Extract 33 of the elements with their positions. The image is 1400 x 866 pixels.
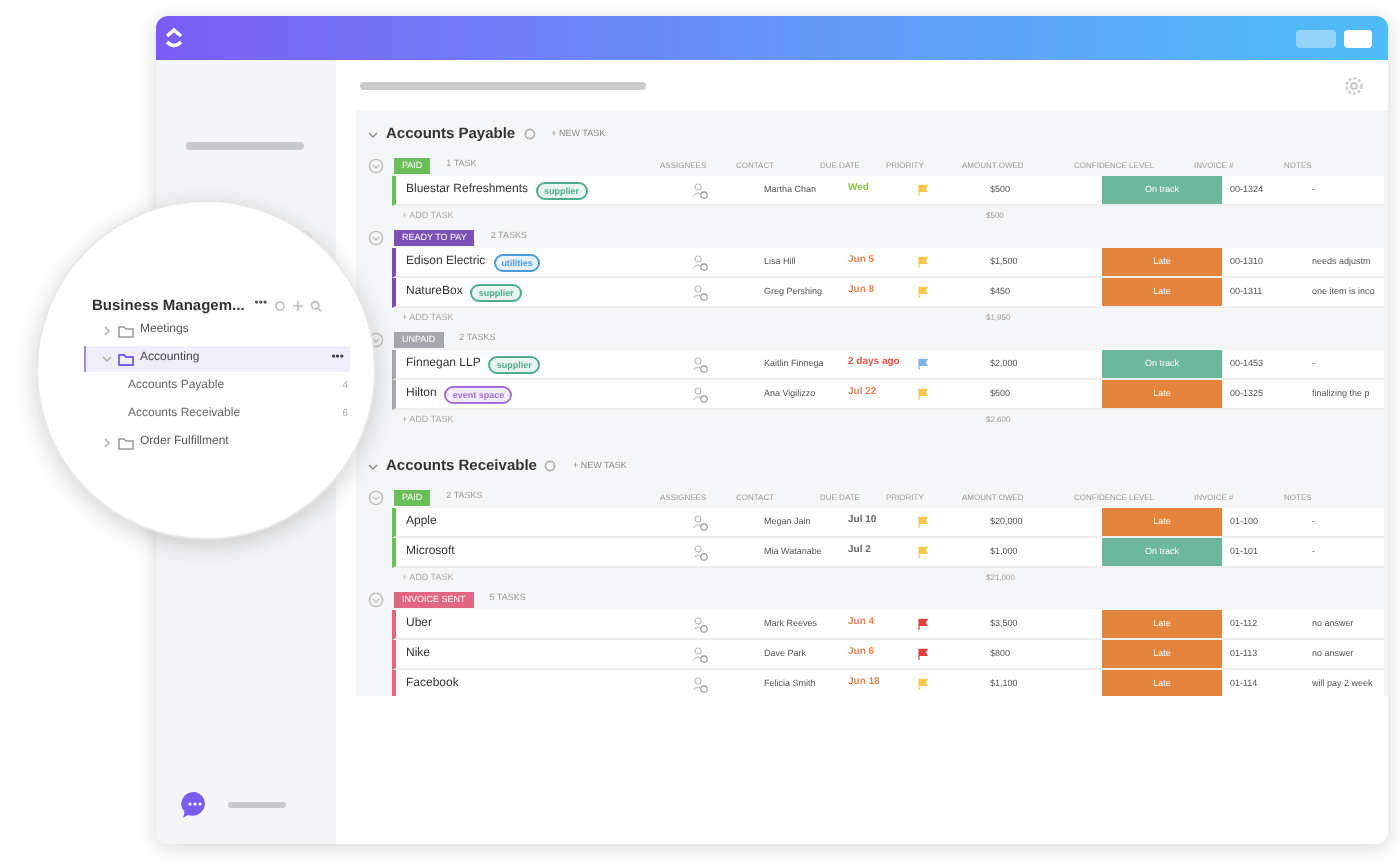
person-add-icon[interactable] — [692, 283, 708, 301]
chat-bubble-icon[interactable] — [180, 790, 210, 820]
person-add-icon[interactable] — [692, 675, 708, 693]
person-add-icon[interactable] — [692, 181, 708, 199]
info-icon — [523, 128, 536, 140]
person-add-icon[interactable] — [692, 615, 708, 633]
flag-icon[interactable] — [918, 648, 928, 660]
placeholder-bar — [228, 802, 286, 808]
person-add-icon[interactable] — [692, 645, 708, 663]
info-icon — [544, 460, 557, 472]
caret-icon[interactable] — [368, 461, 378, 471]
person-add-icon[interactable] — [692, 513, 708, 531]
person-add-icon[interactable] — [692, 385, 708, 403]
caret-icon[interactable] — [368, 129, 378, 139]
collapse-icon[interactable] — [368, 591, 384, 607]
caret-icon[interactable] — [102, 438, 112, 448]
collapse-icon[interactable] — [368, 489, 384, 505]
flag-icon[interactable] — [918, 358, 928, 370]
collapse-icon[interactable] — [368, 157, 384, 173]
caret-icon[interactable] — [102, 354, 112, 364]
collapse-icon[interactable] — [368, 229, 384, 245]
person-add-icon[interactable] — [692, 355, 708, 373]
logo-icon — [164, 26, 184, 50]
caret-icon[interactable] — [102, 326, 112, 336]
window-control[interactable] — [1344, 29, 1372, 47]
placeholder-bar — [186, 142, 304, 150]
window-control[interactable] — [1296, 29, 1336, 47]
search-icon[interactable] — [309, 299, 322, 311]
folder-icon — [118, 436, 134, 450]
plus-icon[interactable] — [291, 299, 304, 311]
person-add-icon[interactable] — [692, 253, 708, 271]
person-add-icon[interactable] — [692, 543, 708, 561]
flag-icon[interactable] — [918, 618, 928, 630]
